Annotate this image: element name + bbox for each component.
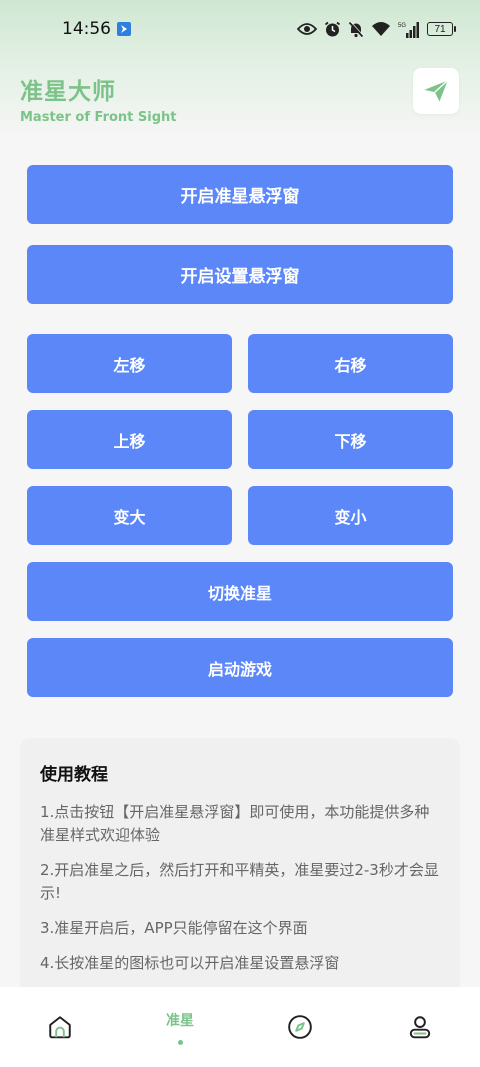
- nav-profile[interactable]: [360, 987, 480, 1067]
- nav-discover[interactable]: [240, 987, 360, 1067]
- move-down-button[interactable]: 下移: [248, 410, 453, 469]
- shrink-button[interactable]: 变小: [248, 486, 453, 545]
- eye-icon: [297, 23, 317, 35]
- compass-icon: [288, 1015, 312, 1039]
- open-settings-overlay-button[interactable]: 开启设置悬浮窗: [27, 245, 453, 304]
- launch-game-button[interactable]: 启动游戏: [27, 638, 453, 697]
- nav-crosshair[interactable]: 准星: [120, 987, 240, 1067]
- app-header: 准星大师 Master of Front Sight: [20, 72, 177, 125]
- status-time: 14:56: [62, 19, 111, 39]
- cellular-signal-icon: 5G: [398, 21, 419, 38]
- nav-home[interactable]: [0, 987, 120, 1067]
- status-bar: 14:56 5G 71: [0, 0, 480, 58]
- home-icon: [49, 1016, 71, 1039]
- tutorial-step: 2.开启准星之后，然后打开和平精英，准星要过2-3秒才会显示!: [40, 861, 439, 902]
- tutorial-step: 4.长按准星的图标也可以开启准星设置悬浮窗: [40, 954, 340, 972]
- tutorial-title: 使用教程: [40, 765, 108, 785]
- app-title: 准星大师: [20, 79, 116, 105]
- tutorial-step: 3.准星开启后，APP只能停留在这个界面: [40, 919, 308, 937]
- move-right-button[interactable]: 右移: [248, 334, 453, 393]
- wifi-icon: [372, 22, 390, 36]
- tutorial-step: 1.点击按钮【开启准星悬浮窗】即可使用，本功能提供多种准星样式欢迎体验: [40, 803, 430, 844]
- switch-crosshair-button[interactable]: 切换准星: [27, 562, 453, 621]
- move-up-button[interactable]: 上移: [27, 410, 232, 469]
- mute-bell-icon: [348, 20, 364, 37]
- battery-level: 71: [427, 22, 453, 36]
- alarm-icon: [324, 21, 341, 36]
- enlarge-button[interactable]: 变大: [27, 486, 232, 545]
- battery-indicator: 71: [427, 22, 456, 36]
- tutorial-card: 使用教程 1.点击按钮【开启准星悬浮窗】即可使用，本功能提供多种准星样式欢迎体验…: [20, 738, 460, 998]
- user-icon: [409, 1016, 431, 1039]
- svg-text:5G: 5G: [398, 23, 406, 29]
- nav-crosshair-label: 准星: [166, 1012, 194, 1029]
- nav-active-dot: [177, 1039, 183, 1045]
- open-crosshair-overlay-button[interactable]: 开启准星悬浮窗: [27, 165, 453, 224]
- share-button[interactable]: [413, 68, 459, 114]
- app-subtitle: Master of Front Sight: [20, 110, 177, 125]
- bottom-navigation: 准星: [0, 987, 480, 1067]
- move-left-button[interactable]: 左移: [27, 334, 232, 393]
- notification-app-icon: [117, 22, 131, 36]
- paper-plane-icon: [424, 79, 449, 102]
